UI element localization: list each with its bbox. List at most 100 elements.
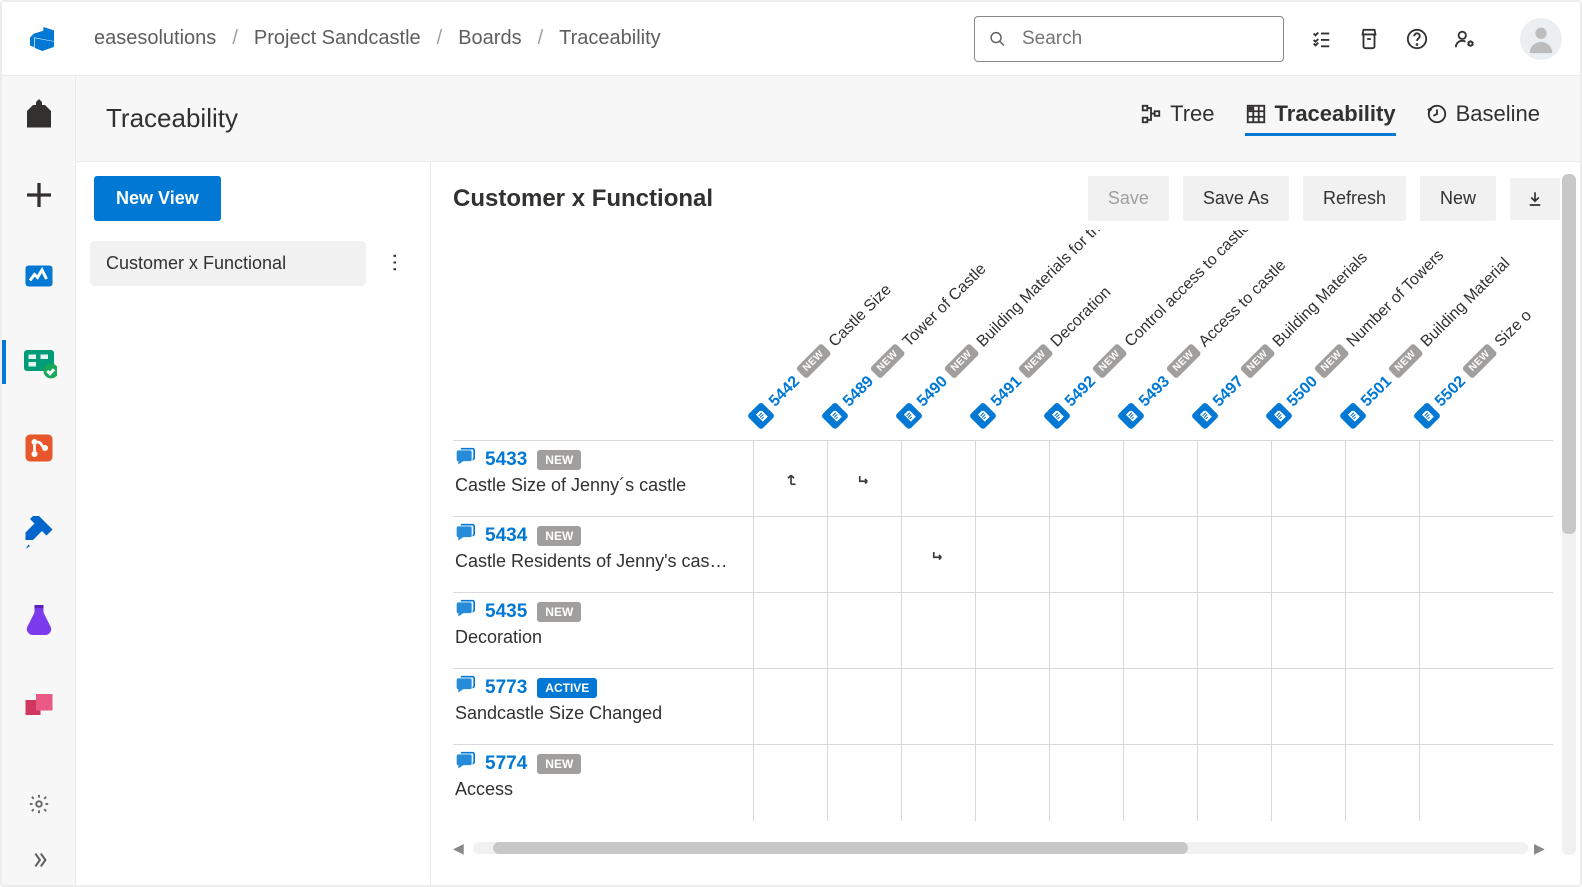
matrix-cell[interactable] [1197,517,1271,592]
matrix-cell[interactable] [975,441,1049,516]
matrix-cell[interactable] [827,745,901,821]
breadcrumb-project[interactable]: Project Sandcastle [254,27,421,50]
row-header[interactable]: 5433NEWCastle Size of Jenny´s castle [453,441,753,516]
column-type-icon [1339,402,1367,430]
horizontal-scrollbar[interactable]: ◀ ▶ [453,841,1548,855]
matrix-cell[interactable] [1419,669,1493,744]
matrix-cell[interactable] [753,745,827,821]
new-view-button[interactable]: New View [94,176,221,221]
nav-pipelines-icon[interactable] [2,506,76,562]
nav-overview-icon[interactable] [2,248,76,304]
row-header[interactable]: 5435NEWDecoration [453,593,753,668]
matrix-cell[interactable] [1049,517,1123,592]
matrix-cell[interactable] [753,669,827,744]
nav-expand-icon[interactable] [28,849,50,871]
marketplace-icon[interactable] [1358,28,1380,50]
avatar[interactable] [1520,18,1562,60]
matrix-cell[interactable] [975,669,1049,744]
search-input[interactable] [1020,27,1269,51]
matrix-cell[interactable] [975,745,1049,821]
user-settings-icon[interactable] [1454,28,1476,50]
matrix-cell[interactable] [1123,745,1197,821]
matrix-cell[interactable] [1049,745,1123,821]
search-box[interactable] [974,16,1284,62]
matrix-cell[interactable] [1271,745,1345,821]
column-header[interactable]: 5442NEWCastle Size [747,281,896,430]
matrix-cell[interactable] [975,593,1049,668]
row-header[interactable]: 5434NEWCastle Residents of Jenny's cas… [453,517,753,592]
breadcrumb-area[interactable]: Boards [458,27,521,50]
new-button[interactable]: New [1420,176,1496,221]
matrix-cell[interactable] [1271,669,1345,744]
matrix-cell[interactable] [1197,441,1271,516]
row-header[interactable]: 5774NEWAccess [453,745,753,821]
azure-devops-logo-icon[interactable] [26,23,58,55]
matrix-cell[interactable] [1049,593,1123,668]
matrix-cell[interactable] [1123,441,1197,516]
matrix-cell[interactable] [1197,593,1271,668]
nav-testplans-icon[interactable] [2,592,76,648]
column-type-icon [1043,402,1071,430]
download-button[interactable] [1510,178,1560,220]
work-items-icon[interactable] [1310,28,1332,50]
view-list-item[interactable]: Customer x Functional [90,241,366,286]
matrix-cell[interactable] [1123,517,1197,592]
matrix-cell[interactable] [901,593,975,668]
matrix-cell[interactable] [1049,441,1123,516]
nav-boards-icon[interactable] [2,334,76,390]
matrix-cell[interactable] [827,669,901,744]
link-up-icon[interactable] [753,441,827,516]
tab-baseline[interactable]: Baseline [1426,101,1540,136]
matrix-cell[interactable] [901,669,975,744]
matrix-cell[interactable] [975,517,1049,592]
matrix-cell[interactable] [753,517,827,592]
matrix-cell[interactable] [1271,441,1345,516]
matrix-cell[interactable] [1419,745,1493,821]
view-item-more-icon[interactable]: ⋯ [370,251,420,276]
column-id: 5493 [1136,373,1174,411]
breadcrumb-page[interactable]: Traceability [559,27,661,50]
matrix-cell[interactable] [1345,593,1419,668]
refresh-button[interactable]: Refresh [1303,176,1406,221]
matrix-cell[interactable] [1197,669,1271,744]
matrix-cell[interactable] [1345,441,1419,516]
row-header[interactable]: 5773ACTIVESandcastle Size Changed [453,669,753,744]
nav-artifacts-icon[interactable] [2,678,76,734]
matrix-cell[interactable] [1419,441,1493,516]
nav-settings-icon[interactable] [28,793,50,815]
matrix-cell[interactable] [1345,517,1419,592]
breadcrumb-org[interactable]: easesolutions [94,27,216,50]
column-header[interactable]: 5491NEWDecoration [969,283,1116,430]
tab-traceability[interactable]: Traceability [1245,101,1396,136]
link-down-icon[interactable] [827,441,901,516]
matrix-cell[interactable] [1419,593,1493,668]
matrix-cell[interactable] [901,441,975,516]
row-type-icon [455,447,475,473]
matrix-cell[interactable] [1345,669,1419,744]
matrix-cell[interactable] [827,517,901,592]
matrix-cell[interactable] [901,745,975,821]
matrix-cell[interactable] [1123,669,1197,744]
help-icon[interactable] [1406,28,1428,50]
table-row: 5773ACTIVESandcastle Size Changed [453,669,1553,745]
row-id: 5435 [485,601,527,623]
nav-repos-icon[interactable] [2,420,76,476]
save-button[interactable]: Save [1088,176,1169,221]
matrix-cell[interactable] [1271,593,1345,668]
nav-add-icon[interactable] [2,172,76,218]
matrix-cell[interactable] [1049,669,1123,744]
matrix-cell[interactable] [1345,745,1419,821]
matrix-cell[interactable] [1419,517,1493,592]
scroll-left-icon[interactable]: ◀ [453,840,467,857]
matrix-cell[interactable] [1197,745,1271,821]
link-down-icon[interactable] [901,517,975,592]
matrix-cell[interactable] [827,593,901,668]
save-as-button[interactable]: Save As [1183,176,1289,221]
scroll-right-icon[interactable]: ▶ [1534,840,1548,857]
matrix-cell[interactable] [1123,593,1197,668]
matrix-cell[interactable] [753,593,827,668]
matrix-cell[interactable] [1271,517,1345,592]
vertical-scrollbar[interactable] [1562,174,1576,855]
tab-tree[interactable]: Tree [1140,101,1214,136]
nav-project-icon[interactable] [2,86,76,142]
